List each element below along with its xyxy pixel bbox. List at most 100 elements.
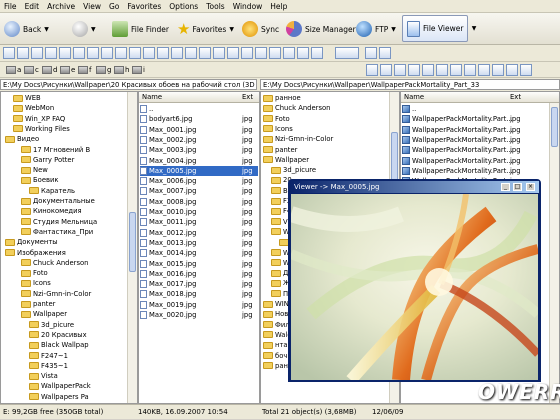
close-icon[interactable]: × xyxy=(526,183,535,191)
forward-button[interactable]: ▼ xyxy=(72,17,96,41)
column-ext[interactable]: Ext xyxy=(242,92,253,103)
tree-item[interactable]: Icons xyxy=(21,278,127,288)
size-manager-button[interactable]: Size Manager xyxy=(286,17,356,41)
tree-item[interactable]: Боевик xyxy=(21,175,127,185)
menu-help[interactable]: Help xyxy=(266,0,291,13)
tree-item[interactable]: Black Wallpap xyxy=(29,340,127,350)
tree-item[interactable]: Vista xyxy=(29,371,127,381)
view-mode-icon[interactable] xyxy=(506,64,518,76)
scrollbar-thumb[interactable] xyxy=(129,212,136,272)
tree-item[interactable]: Icons xyxy=(263,124,387,134)
file-row[interactable]: Max_0002.jpg jpg xyxy=(140,135,258,145)
tree-item[interactable]: Wallpapers Pa xyxy=(29,392,127,402)
view-mode-icon[interactable] xyxy=(241,47,253,59)
view-mode-icon[interactable] xyxy=(520,64,532,76)
file-row[interactable]: Max_0016.jpg jpg xyxy=(140,269,258,279)
drive-f[interactable]: f xyxy=(78,64,91,76)
view-mode-icon[interactable] xyxy=(450,64,462,76)
tree-item[interactable]: 3d_picure xyxy=(29,320,127,330)
view-mode-icon[interactable] xyxy=(171,47,183,59)
view-mode-icon[interactable] xyxy=(115,47,127,59)
minimize-icon[interactable]: _ xyxy=(501,183,510,191)
ftp-button[interactable]: FTP ▼ xyxy=(356,17,396,41)
view-mode-icon[interactable] xyxy=(283,47,295,59)
tree-item[interactable]: F435~1 xyxy=(29,361,127,371)
file-row[interactable]: Max_0017.jpg jpg xyxy=(140,279,258,289)
view-mode-icon[interactable] xyxy=(143,47,155,59)
menu-favorites[interactable]: Favorites xyxy=(123,0,165,13)
drive-d[interactable]: d xyxy=(42,64,57,76)
drive-g[interactable]: g xyxy=(96,64,111,76)
file-row[interactable]: Max_0020.jpg jpg xyxy=(140,310,258,320)
menu-view[interactable]: View xyxy=(79,0,105,13)
favorites-button[interactable]: ★ Favorites ▼ xyxy=(177,17,234,41)
tree-item[interactable]: New xyxy=(21,165,127,175)
tools-dropdown-icon[interactable] xyxy=(335,47,359,59)
tree-item[interactable]: 17 Мгновений В xyxy=(21,145,127,155)
file-viewer-button[interactable]: File Viewer xyxy=(402,15,469,42)
search-icon[interactable] xyxy=(380,64,392,76)
tree-item[interactable]: Working Files xyxy=(13,124,127,134)
view-mode-icon[interactable] xyxy=(227,47,239,59)
drive-c[interactable]: c xyxy=(24,64,39,76)
tree-item[interactable]: Wallpaper xyxy=(263,155,387,165)
tree-item[interactable]: 3d_picure xyxy=(271,165,387,175)
file-row[interactable]: Max_0007.jpg jpg xyxy=(140,186,258,196)
file-row[interactable]: Max_0010.jpg jpg xyxy=(140,207,258,217)
tree-item[interactable]: WallpaperPack xyxy=(29,381,127,391)
menu-window[interactable]: Window xyxy=(229,0,267,13)
view-mode-icon[interactable] xyxy=(101,47,113,59)
view-mode-icon[interactable] xyxy=(365,47,377,59)
file-row[interactable]: WallpaperPackMortality.Part...jpg xyxy=(402,114,548,124)
tree-item[interactable]: Chuck Anderson xyxy=(21,258,127,268)
image-viewer-window[interactable]: Viewer -> Max_0005.jpg _ □ × xyxy=(288,179,541,382)
maximize-icon[interactable]: □ xyxy=(513,183,522,191)
view-mode-icon[interactable] xyxy=(31,47,43,59)
tree-scrollbar[interactable] xyxy=(127,92,137,403)
tree-item[interactable]: Документальные xyxy=(21,196,127,206)
view-mode-icon[interactable] xyxy=(436,64,448,76)
file-row[interactable]: .. xyxy=(140,104,258,114)
column-name[interactable]: Name xyxy=(404,92,424,103)
column-ext[interactable]: Ext xyxy=(510,92,521,103)
file-row[interactable]: WallpaperPackMortality.Part...jpg xyxy=(402,135,548,145)
drive-a[interactable]: a xyxy=(6,64,21,76)
file-row[interactable]: Max_0018.jpg jpg xyxy=(140,289,258,299)
view-mode-icon[interactable] xyxy=(45,47,57,59)
file-scrollbar[interactable] xyxy=(549,103,559,403)
file-row[interactable]: Max_0006.jpg jpg xyxy=(140,176,258,186)
view-mode-icon[interactable] xyxy=(311,47,323,59)
file-row[interactable]: Max_0014.jpg jpg xyxy=(140,248,258,258)
tree-item[interactable]: Win_XP FAQ xyxy=(13,114,127,124)
view-mode-icon[interactable] xyxy=(185,47,197,59)
view-mode-icon[interactable] xyxy=(297,47,309,59)
tree-item[interactable]: Chuck Anderson xyxy=(263,103,387,113)
tree-item[interactable]: panter xyxy=(21,299,127,309)
tree-item[interactable]: F247~1 xyxy=(29,351,127,361)
view-mode-icon[interactable] xyxy=(464,64,476,76)
file-row[interactable]: Max_0012.jpg jpg xyxy=(140,228,258,238)
tree-item[interactable]: Документы xyxy=(5,237,127,247)
sync-button[interactable]: Sync xyxy=(242,17,279,41)
file-row[interactable]: WallpaperPackMortality.Part...jpg xyxy=(402,125,548,135)
drive-e[interactable]: e xyxy=(60,64,75,76)
tree-item[interactable]: Nzi-Gmn-in-Color xyxy=(21,289,127,299)
view-mode-icon[interactable] xyxy=(379,47,391,59)
file-row[interactable]: Max_0011.jpg jpg xyxy=(140,217,258,227)
view-mode-icon[interactable] xyxy=(73,47,85,59)
toolbar-overflow-icon[interactable]: ▼ xyxy=(470,17,478,41)
folder-icon[interactable] xyxy=(394,64,406,76)
tree-item[interactable]: Foto xyxy=(21,268,127,278)
back-button[interactable]: Back ▼ xyxy=(4,17,49,41)
menu-edit[interactable]: Edit xyxy=(21,0,44,13)
search-icon[interactable] xyxy=(366,64,378,76)
file-row[interactable]: Max_0003.jpg jpg xyxy=(140,145,258,155)
tree-item[interactable]: Изображения xyxy=(5,248,127,258)
file-row[interactable]: Max_0013.jpg jpg xyxy=(140,238,258,248)
view-mode-icon[interactable] xyxy=(478,64,490,76)
tree-item[interactable]: Фантастика_При xyxy=(21,227,127,237)
view-mode-icon[interactable] xyxy=(59,47,71,59)
view-mode-icon[interactable] xyxy=(492,64,504,76)
file-row[interactable]: bodyart6.jpg jpg xyxy=(140,114,258,124)
view-mode-icon[interactable] xyxy=(157,47,169,59)
